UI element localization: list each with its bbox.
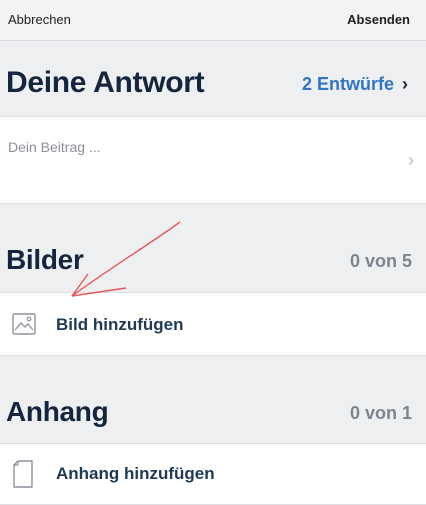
images-section-title: Bilder bbox=[6, 244, 84, 275]
add-attachment-label: Anhang hinzufügen bbox=[56, 464, 215, 483]
reply-placeholder: Dein Beitrag ... bbox=[8, 139, 101, 155]
chevron-right-icon: › bbox=[408, 150, 414, 170]
attachment-count: 0 von 1 bbox=[349, 403, 412, 423]
drafts-button[interactable]: 2 Entwürfe › bbox=[302, 74, 408, 95]
top-bar: Abbrechen Absenden bbox=[0, 0, 426, 41]
reply-section-title: Deine Antwort bbox=[6, 66, 205, 99]
drafts-label: 2 Entwürfe bbox=[301, 74, 394, 94]
add-attachment-button[interactable]: Anhang hinzufügen bbox=[0, 443, 426, 505]
attachment-section-title: Anhang bbox=[6, 396, 109, 427]
send-button[interactable]: Absenden bbox=[347, 12, 410, 27]
images-count: 0 von 5 bbox=[349, 251, 412, 271]
add-image-button[interactable]: Bild hinzufügen bbox=[0, 292, 426, 356]
image-icon bbox=[12, 313, 36, 340]
reply-editor[interactable]: Dein Beitrag ... › bbox=[0, 116, 426, 204]
chevron-right-icon: › bbox=[402, 74, 408, 94]
add-image-label: Bild hinzufügen bbox=[56, 315, 184, 334]
file-icon bbox=[12, 460, 34, 493]
cancel-button[interactable]: Abbrechen bbox=[8, 12, 71, 27]
